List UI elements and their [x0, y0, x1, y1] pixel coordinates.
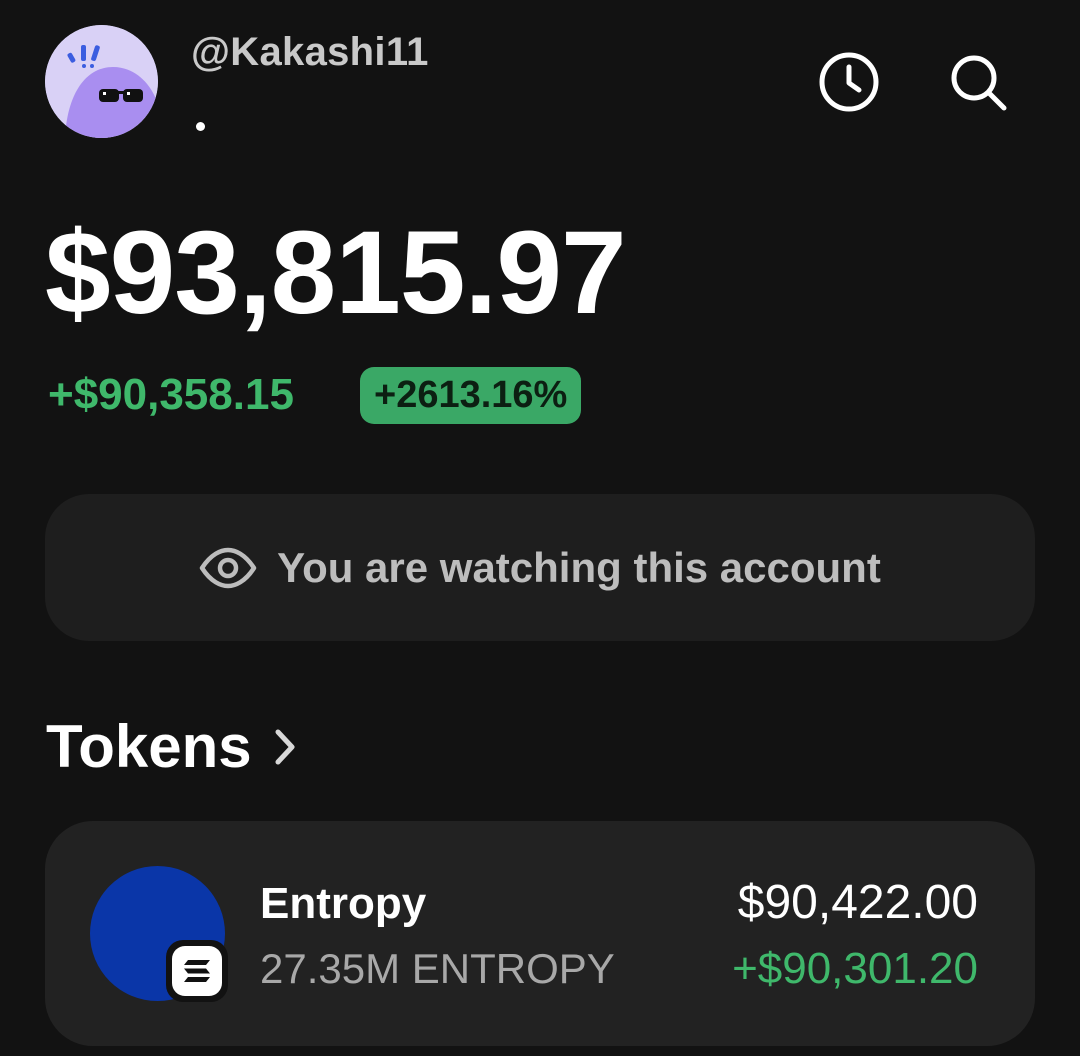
tokens-section-link[interactable]: Tokens — [46, 712, 296, 782]
search-icon — [951, 55, 1007, 111]
avatar[interactable] — [45, 25, 158, 138]
username: @Kakashi11 — [191, 30, 429, 74]
search-button[interactable] — [944, 48, 1012, 116]
cool-blob-avatar-icon — [45, 25, 158, 138]
chain-badge — [166, 940, 228, 1002]
clock-icon — [819, 52, 879, 112]
tokens-section-title: Tokens — [46, 713, 252, 780]
chevron-right-icon — [274, 728, 296, 766]
history-button[interactable] — [815, 48, 883, 116]
balance-change-amount: +$90,358.15 — [48, 370, 294, 419]
token-value: $90,422.00 — [737, 876, 978, 929]
status-dot — [196, 122, 205, 131]
token-change: +$90,301.20 — [732, 944, 978, 993]
solana-icon — [184, 960, 210, 982]
eye-icon — [199, 547, 257, 589]
balance-change-percent-badge: +2613.16% — [360, 367, 582, 424]
token-amount: 27.35M ENTROPY — [260, 945, 615, 992]
total-balance: $93,815.97 — [45, 207, 627, 339]
token-name: Entropy — [260, 879, 427, 928]
watching-account-banner: You are watching this account — [45, 494, 1035, 641]
watching-account-text: You are watching this account — [277, 543, 881, 591]
